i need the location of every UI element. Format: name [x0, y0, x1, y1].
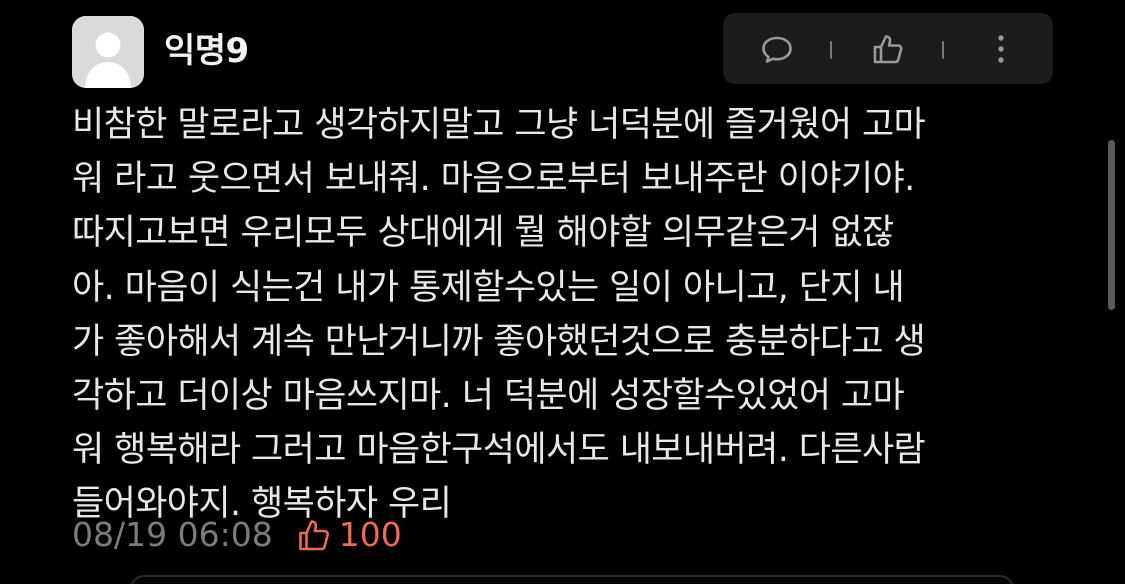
speech-bubble-icon [762, 36, 792, 63]
avatar[interactable] [72, 16, 144, 88]
next-comment-edge [130, 575, 1014, 584]
like-count: 100 [338, 515, 402, 554]
thumbs-up-icon [298, 520, 329, 551]
thumbs-up-icon [873, 34, 903, 63]
reply-button[interactable] [749, 13, 805, 84]
like-button[interactable] [860, 13, 916, 84]
comment-body: 비참한 말로라고 생각하지말고 그냥 너덕분에 즐거웠어 고마 워 라고 웃으면… [72, 105, 926, 525]
timestamp: 08/19 06:08 [72, 515, 273, 554]
action-divider [942, 41, 944, 59]
more-options-button[interactable] [973, 13, 1029, 84]
like-count-icon [297, 518, 331, 552]
scrollbar[interactable] [1108, 140, 1115, 310]
vertical-ellipsis-icon [998, 34, 1004, 63]
author-name: 익명9 [164, 31, 249, 71]
comment-action-bar [723, 13, 1053, 84]
comment-item: 익명9 비참한 말로라고 생각하지말고 그냥 너덕분에 즐거웠어 고마 워 라고… [0, 0, 1125, 584]
action-divider [830, 41, 832, 59]
comment-meta: 08/19 06:08 100 [72, 510, 402, 560]
default-profile-icon [72, 16, 144, 88]
